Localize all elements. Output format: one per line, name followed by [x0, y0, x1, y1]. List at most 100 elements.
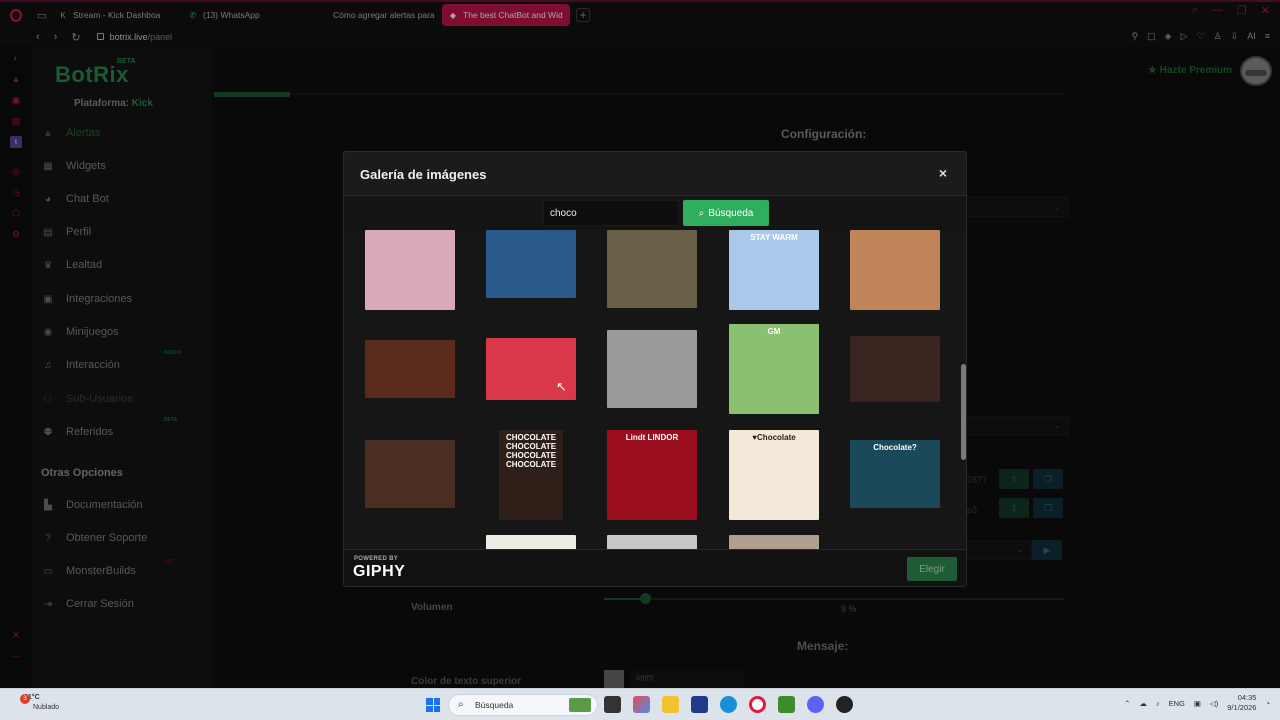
row4-gif-2[interactable] [486, 535, 576, 549]
lava-cake-gif[interactable] [365, 340, 455, 398]
clock[interactable]: 04:35 9/1/2026 [1227, 693, 1256, 713]
play-icon[interactable]: ▷ [1181, 31, 1188, 42]
network-icon[interactable]: ▣ [1194, 699, 1201, 708]
alert-type-select[interactable]: ⌄ [959, 197, 1069, 217]
more-icon[interactable]: ⋯ [10, 650, 22, 662]
stay-warm-gif[interactable]: STAY WARM [729, 230, 819, 310]
workspaces-icon[interactable]: ▭ [32, 2, 52, 28]
search-button[interactable]: ⌕ Búsqueda [683, 200, 769, 226]
sidebar-item[interactable]: ▲ Alertas [42, 123, 100, 143]
player-icon[interactable]: ▣ [10, 94, 22, 106]
extension-icon[interactable]: ⚲ [1132, 31, 1139, 42]
avatar[interactable] [1240, 56, 1272, 86]
gallery-image-button[interactable]: ❐ [1033, 469, 1063, 489]
scrollbar-thumb[interactable] [961, 364, 966, 460]
language-indicator[interactable]: ENG [1169, 699, 1185, 708]
discord-icon[interactable] [807, 696, 824, 713]
snapshot-icon[interactable]: ▢ [1147, 31, 1156, 42]
choose-button[interactable]: Elegir [907, 557, 957, 581]
browser-tab[interactable]: ◆ The best ChatBot and Wid [442, 4, 570, 26]
twitch-icon[interactable]: t [10, 136, 22, 148]
sidebar-item[interactable]: ◕ Chat Bot [42, 189, 109, 209]
user-icon[interactable]: ♙ [1214, 31, 1222, 42]
forward-icon[interactable]: › [54, 31, 58, 44]
row4-gif-3[interactable] [607, 535, 697, 549]
minimize-icon[interactable]: — [1212, 4, 1223, 17]
upload-image-button[interactable]: ⇧ [999, 469, 1029, 489]
gallery-sound-button[interactable]: ❐ [1033, 498, 1063, 518]
opera-logo-icon[interactable] [0, 2, 32, 28]
color-hex-input[interactable]: #ffffff [630, 670, 744, 688]
reload-icon[interactable]: ↻ [71, 31, 80, 44]
edge-icon[interactable] [720, 696, 737, 713]
sidebar-item[interactable]: ▤ Perfil [42, 222, 91, 242]
penguin-cocoa-gif[interactable]: GM [729, 324, 819, 414]
opera-taskbar-icon[interactable] [749, 696, 766, 713]
other-option-item[interactable]: ? Obtener Soporte [42, 528, 147, 548]
other-option-item[interactable]: ⇥ Cerrar Sesión [42, 594, 134, 614]
search-tabs-icon[interactable]: ⌕ [1192, 4, 1198, 17]
chocolate-dino-gif[interactable]: ♥Chocolate [729, 430, 819, 520]
download-icon[interactable]: ⇩ [1231, 31, 1239, 42]
gx-icon[interactable]: ✕ [10, 629, 22, 641]
minecraft-icon[interactable] [778, 696, 795, 713]
volume-handle[interactable] [640, 593, 651, 604]
row4-gif-4[interactable] [729, 535, 819, 549]
settings-icon[interactable]: ⚙ [10, 228, 22, 240]
upload-sound-button[interactable]: ⇧ [999, 498, 1029, 518]
browser-tab[interactable]: K Stream - Kick Dashboa [52, 4, 180, 26]
aria-icon[interactable]: ◐ [10, 52, 22, 64]
other-option-item[interactable]: ▙ Documentación [42, 495, 142, 515]
hot-chocolate-cup-gif[interactable] [850, 230, 940, 310]
other-option-item[interactable]: ▭ MonsterBuilds [42, 561, 135, 581]
back-icon[interactable]: ‹ [36, 31, 40, 44]
windows-start-icon[interactable] [426, 698, 440, 712]
microphone-icon[interactable]: ♪ [1156, 699, 1160, 708]
animation-select[interactable]: ⌄ [959, 416, 1069, 436]
weather-widget[interactable]: 3 21°C Nublado [10, 693, 59, 713]
pinboard-icon[interactable]: ⬠ [10, 207, 22, 219]
sidebar-item[interactable]: ⚉ Referidos [42, 422, 114, 442]
cartoon-chocolate-gif[interactable]: Chocolate? [850, 440, 940, 508]
browser-tab[interactable]: ♪ Cómo agregar alertas para [312, 4, 440, 26]
new-tab-button[interactable]: + [576, 8, 590, 22]
close-window-icon[interactable]: ✕ [1261, 4, 1270, 17]
woman-eating-gif[interactable] [607, 230, 697, 308]
pink-drink-gif[interactable] [365, 230, 455, 310]
messenger-icon[interactable]: ▤ [10, 115, 22, 127]
premium-link[interactable]: ★ Hazte Premium [1148, 65, 1232, 76]
speed-dial-icon[interactable]: ◎ [10, 165, 22, 177]
cloud-icon[interactable]: ☁ [1139, 699, 1147, 708]
task-view-icon[interactable] [604, 696, 621, 713]
sidebar-item[interactable]: ♛ Lealtad [42, 255, 103, 275]
brand-logo[interactable]: BotRix [55, 62, 129, 88]
browser-tab[interactable]: ✆ (13) WhatsApp [182, 4, 310, 26]
obs-icon[interactable] [836, 696, 853, 713]
store-icon[interactable] [691, 696, 708, 713]
maximize-icon[interactable]: ❐ [1237, 4, 1247, 17]
taskbar-search[interactable]: ⌕ Búsqueda [448, 694, 598, 716]
url-field[interactable]: botrix.live/panel [96, 32, 172, 42]
sidebar-item[interactable]: ▦ Widgets [42, 156, 105, 176]
crypto-wallet-icon[interactable]: ▲ [10, 73, 22, 85]
wonka-boy-gif[interactable] [850, 336, 940, 402]
gif-search-input[interactable] [543, 200, 679, 226]
heart-icon[interactable]: ♡ [1197, 31, 1205, 42]
shield-icon[interactable]: ◈ [1165, 31, 1172, 42]
ai-button[interactable]: AI [1247, 31, 1256, 42]
volume-slider[interactable] [604, 598, 1064, 600]
chevron-up-icon[interactable]: ⌃ [1124, 699, 1130, 708]
color-swatch[interactable] [604, 670, 624, 688]
menu-icon[interactable]: ≡ [1265, 31, 1270, 42]
sidebar-item[interactable]: ⚇ Sub-Usuarios [42, 389, 133, 409]
sidebar-item[interactable]: ♫ Interacción [42, 355, 120, 375]
history-icon[interactable]: ◷ [10, 186, 22, 198]
play-sound-button[interactable]: ▶ [1032, 540, 1062, 560]
volume-icon[interactable]: ◁) [1210, 699, 1218, 708]
vintage-chocolate-gif[interactable] [607, 330, 697, 408]
notification-bell-icon[interactable]: ◔ [1265, 699, 1270, 708]
chocolate-chocolate-gif[interactable]: CHOCOLATE CHOCOLATE CHOCOLATE CHOCOLATE [499, 430, 563, 520]
copilot-icon[interactable] [633, 696, 650, 713]
sidebar-item[interactable]: ▣ Integraciones [42, 289, 132, 309]
sidebar-item[interactable]: ◉ Minijuegos [42, 322, 119, 342]
